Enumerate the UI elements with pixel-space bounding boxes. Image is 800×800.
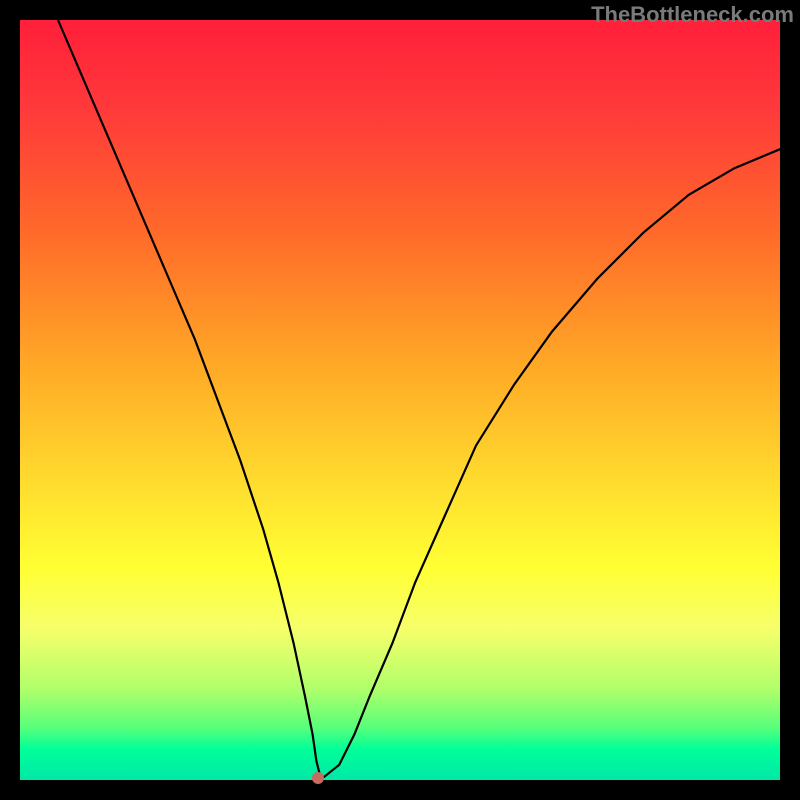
chart-frame: TheBottleneck.com <box>0 0 800 800</box>
plot-area <box>20 20 780 780</box>
bottleneck-curve <box>58 20 780 778</box>
watermark-text: TheBottleneck.com <box>591 2 794 28</box>
minimum-marker <box>312 772 324 784</box>
curve-svg <box>20 20 780 780</box>
